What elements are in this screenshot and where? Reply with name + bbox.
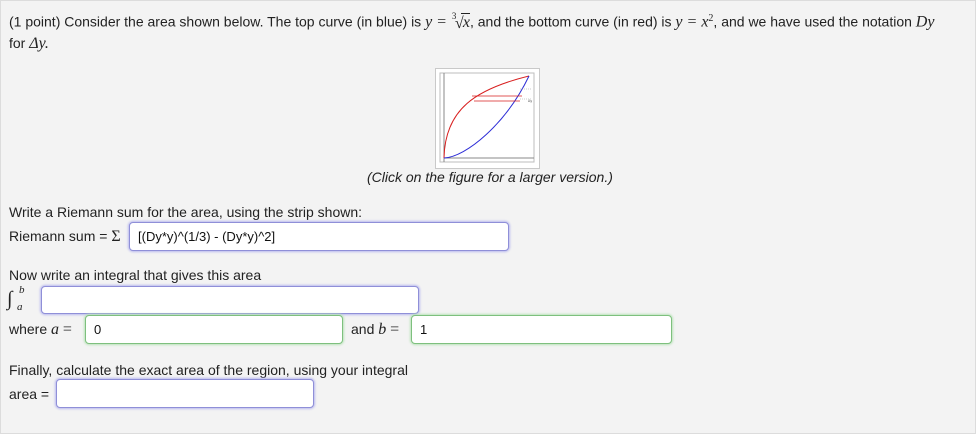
area-plot: Δy: [439, 72, 535, 163]
riemann-prompt: Write a Riemann sum for the area, using …: [9, 204, 363, 220]
lower-limit: a: [17, 301, 23, 313]
area-input[interactable]: [56, 379, 314, 408]
where-text: where: [9, 321, 48, 337]
b-equals: =: [390, 321, 400, 338]
notation-text: , and we have used the notation: [713, 13, 912, 30]
strip-label: Δy: [528, 99, 532, 103]
problem-statement-line1: (1 point) Consider the area shown below.…: [9, 11, 935, 32]
upper-limit-input[interactable]: 1: [411, 315, 672, 344]
upper-limit: b: [19, 284, 25, 296]
riemann-label-row: Riemann sum = Σ: [9, 228, 121, 246]
limit-b-label: and b =: [351, 321, 399, 339]
bottom-curve-lhs: y = x: [675, 13, 709, 31]
radical-icon: √: [454, 14, 464, 32]
lower-limit-input[interactable]: 0: [85, 315, 343, 344]
notation-symbol: Dy: [915, 13, 935, 31]
plot-frame: [439, 72, 535, 163]
integral-input[interactable]: [41, 286, 419, 314]
top-curve-blue: [443, 75, 530, 159]
bottom-curve-red: [443, 75, 530, 159]
for-text: for: [9, 35, 26, 51]
integral-symbol: ∫ b a: [7, 284, 39, 314]
top-curve-lhs: y =: [425, 13, 447, 31]
area-figure[interactable]: Δy: [435, 68, 540, 169]
integral-sign: ∫: [7, 288, 13, 310]
and-text: and: [351, 321, 375, 337]
area-label: area =: [9, 386, 50, 402]
area-prompt: Finally, calculate the exact area of the…: [9, 362, 408, 378]
problem-statement-line2: for Δy.: [9, 35, 49, 53]
b-symbol: b: [378, 321, 387, 338]
riemann-sum-input[interactable]: [(Dy*y)^(1/3) - (Dy*y)^2]: [129, 222, 509, 251]
figure-caption: (Click on the figure for a larger versio…: [367, 169, 613, 185]
cube-root: 3 √ x: [451, 11, 470, 32]
riemann-label: Riemann sum =: [9, 228, 108, 244]
delta-y-symbol: Δy.: [29, 35, 49, 52]
mid-text: , and the bottom curve (in red) is: [469, 13, 672, 30]
sigma-symbol: Σ: [111, 228, 121, 245]
a-equals: =: [62, 321, 72, 338]
integral-prompt: Now write an integral that gives this ar…: [9, 267, 262, 283]
a-symbol: a: [51, 321, 60, 338]
limit-a-label: where a =: [9, 321, 72, 339]
problem-panel: (1 point) Consider the area shown below.…: [0, 0, 976, 434]
intro-text: (1 point) Consider the area shown below.…: [9, 13, 422, 30]
